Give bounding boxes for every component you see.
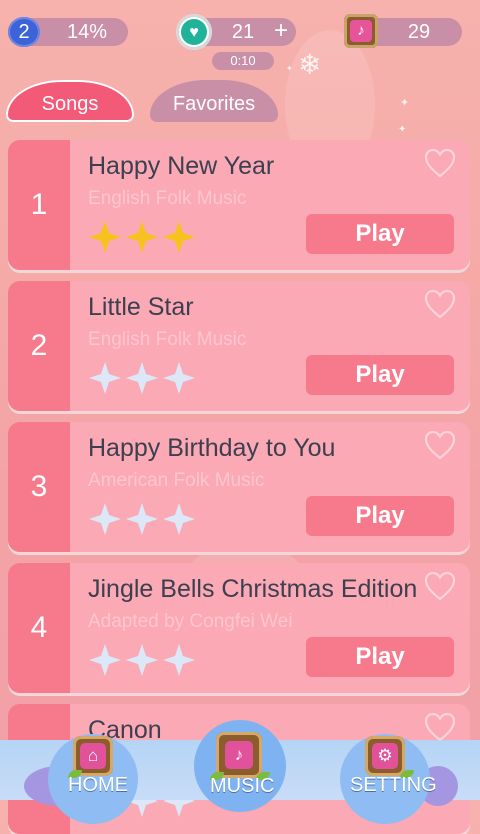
tab-favorites[interactable]: Favorites	[150, 80, 278, 122]
star-empty-icon	[88, 502, 122, 536]
nav-setting[interactable]: ⚙ SETTING	[340, 736, 437, 800]
star-empty-icon	[88, 361, 122, 395]
play-button[interactable]: Play	[306, 355, 454, 395]
song-card[interactable]: 1 Happy New Year English Folk Music Play	[8, 140, 470, 270]
song-title: Happy New Year	[88, 152, 275, 180]
level-badge: 2	[8, 17, 40, 47]
song-rank: 2	[8, 281, 70, 411]
song-rank: 3	[8, 422, 70, 552]
star-filled-icon	[162, 220, 196, 254]
star-filled-icon	[125, 220, 159, 254]
play-button[interactable]: Play	[306, 214, 454, 254]
snowflake-icon: ✦	[398, 124, 407, 135]
star-filled-icon	[88, 220, 122, 254]
star-empty-icon	[162, 361, 196, 395]
favorite-heart-icon[interactable]	[424, 571, 456, 601]
song-artist: English Folk Music	[88, 329, 247, 350]
play-button[interactable]: Play	[306, 637, 454, 677]
nav-music-label: MUSIC	[210, 775, 275, 797]
star-empty-icon	[162, 643, 196, 677]
snowflake-icon: ✦	[400, 96, 410, 109]
snowflake-icon: ❄	[298, 48, 322, 81]
nav-music[interactable]: ♪ MUSIC	[194, 720, 286, 800]
bottom-nav-bar: ⌂ HOME ♪ MUSIC ⚙ SETTING	[0, 720, 480, 824]
song-artist: English Folk Music	[88, 188, 247, 209]
tab-songs[interactable]: Songs	[6, 80, 134, 122]
nav-home-label: HOME	[68, 774, 128, 796]
gear-icon: ⚙	[365, 736, 405, 776]
song-title: Jingle Bells Christmas Edition	[88, 575, 418, 603]
song-card[interactable]: 4 Jingle Bells Christmas Edition Adapted b…	[8, 563, 470, 693]
song-card[interactable]: 3 Happy Birthday to You American Folk Musi…	[8, 422, 470, 552]
nav-home[interactable]: ⌂ HOME	[48, 736, 138, 800]
lives-timer: 0:10	[212, 52, 274, 70]
notes-count: 29	[407, 21, 431, 43]
song-title: Little Star	[88, 293, 194, 321]
song-rank: 4	[8, 563, 70, 693]
favorite-heart-icon[interactable]	[424, 289, 456, 319]
lives-heart-icon: ♥	[176, 14, 212, 50]
song-artist: American Folk Music	[88, 470, 265, 491]
star-empty-icon	[162, 502, 196, 536]
song-card[interactable]: 2 Little Star English Folk Music Play	[8, 281, 470, 411]
level-progress-text: 14%	[66, 21, 108, 43]
nav-setting-label: SETTING	[350, 774, 437, 796]
play-button[interactable]: Play	[306, 496, 454, 536]
level-progress: 2 14%	[8, 17, 128, 47]
lives-count: 21	[231, 21, 255, 43]
star-empty-icon	[125, 643, 159, 677]
song-artist: Adapted by Congfei Wei	[88, 611, 293, 632]
snowflake-icon: ✦	[286, 64, 293, 73]
favorite-heart-icon[interactable]	[424, 148, 456, 178]
star-empty-icon	[125, 502, 159, 536]
star-empty-icon	[88, 643, 122, 677]
music-note-icon: ♪	[344, 14, 378, 48]
favorite-heart-icon[interactable]	[424, 430, 456, 460]
star-empty-icon	[125, 361, 159, 395]
song-rank: 1	[8, 140, 70, 270]
song-title: Happy Birthday to You	[88, 434, 336, 462]
add-lives-button[interactable]: +	[274, 18, 288, 44]
